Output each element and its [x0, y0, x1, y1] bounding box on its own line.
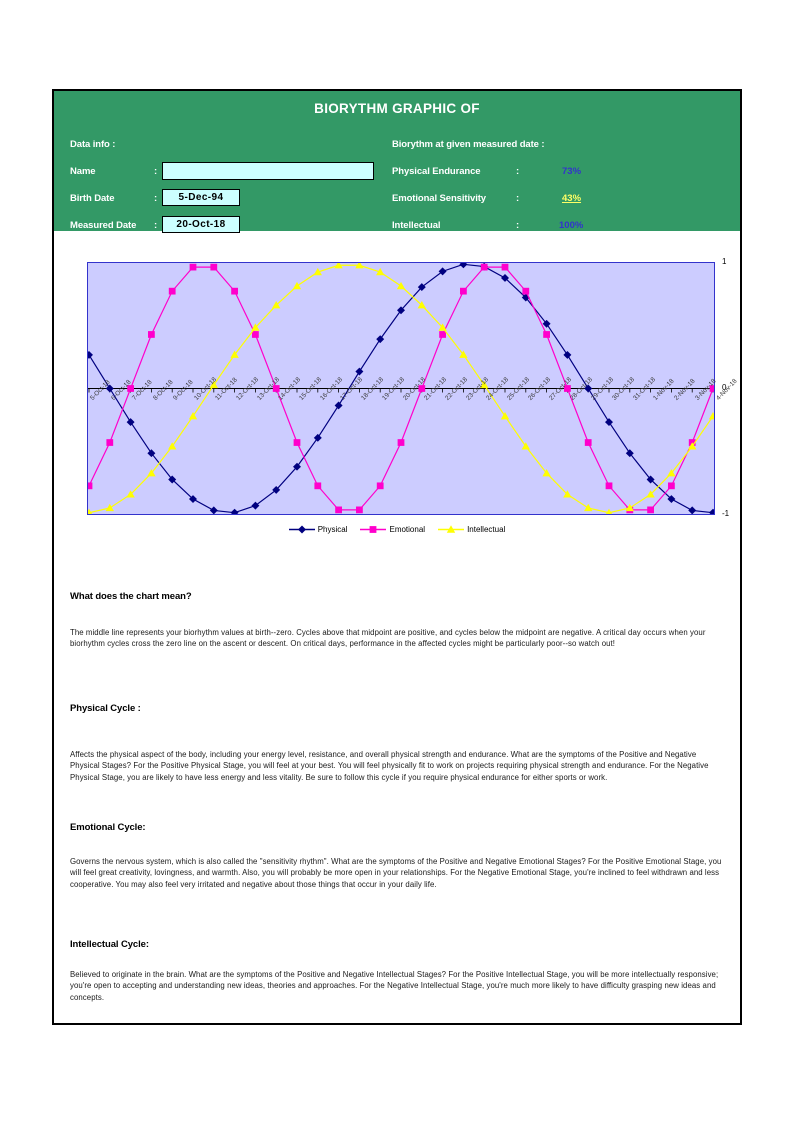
name-input[interactable] — [162, 162, 374, 180]
section-heading: Emotional Cycle: — [70, 822, 146, 833]
physical-endurance-value: 73% — [562, 166, 582, 177]
intellectual-colon: : — [516, 220, 520, 231]
name-label: Name — [70, 166, 96, 177]
intellectual-value: 100% — [559, 220, 584, 231]
legend-label: Emotional — [389, 525, 426, 534]
legend-label: Physical — [317, 525, 348, 534]
section-heading: Intellectual Cycle: — [70, 939, 149, 950]
emotional-sensitivity-label: Emotional Sensitivity — [392, 193, 486, 204]
biorhythm-chart: 1 0 -1 5-Oct-18 6-Oct-18 7-Oct-18 8-Oct-18 9… — [54, 231, 740, 651]
measured-date-label: Measured Date — [70, 220, 137, 231]
square-icon — [360, 526, 387, 533]
section-heading: What does the chart mean? — [70, 591, 192, 602]
section-body: Affects the physical aspect of the body,… — [70, 750, 709, 782]
birth-date-colon: : — [154, 193, 158, 204]
x-axis-label: 4-Nov-18 — [715, 377, 739, 402]
triangle-icon — [438, 525, 465, 533]
intellectual-label: Intellectual — [392, 220, 441, 231]
physical-endurance-label: Physical Endurance — [392, 166, 481, 177]
emotional-colon: : — [516, 193, 520, 204]
measured-date-colon: : — [154, 220, 158, 231]
report-page: BIORYTHM GRAPHIC OF Data info : Biorythm… — [52, 89, 742, 1025]
y-axis-tick-top: 1 — [722, 257, 727, 266]
page-title: BIORYTHM GRAPHIC OF — [314, 101, 480, 116]
name-colon: : — [154, 166, 158, 177]
legend-item-emotional[interactable]: Emotional — [360, 524, 425, 535]
section-heading: Physical Cycle : — [70, 703, 141, 714]
data-info-label: Data info : — [70, 139, 116, 150]
birth-date-label: Birth Date — [70, 193, 115, 204]
measured-result-label: Biorythm at given measured date : — [392, 139, 545, 150]
emotional-sensitivity-value: 43% — [562, 193, 582, 204]
legend-label: Intellectual — [467, 525, 506, 534]
section-body: Believed to originate in the brain. What… — [70, 970, 719, 1002]
diamond-icon — [288, 525, 315, 534]
section-body: The middle line represents your biorhyth… — [70, 628, 706, 649]
birth-date-value[interactable]: 5-Dec-94 — [162, 189, 240, 206]
physical-colon: : — [516, 166, 520, 177]
chart-legend: Physical Emotional Intellectual — [54, 524, 740, 535]
header-band: BIORYTHM GRAPHIC OF Data info : Biorythm… — [54, 91, 740, 233]
legend-item-intellectual[interactable]: Intellectual — [438, 524, 505, 535]
section-body: Governs the nervous system, which is als… — [70, 857, 722, 889]
y-axis-tick-bottom: -1 — [722, 509, 730, 518]
legend-item-physical[interactable]: Physical — [288, 524, 348, 535]
x-axis-labels: 5-Oct-18 6-Oct-18 7-Oct-18 8-Oct-18 9-Oct-18… — [87, 376, 739, 467]
